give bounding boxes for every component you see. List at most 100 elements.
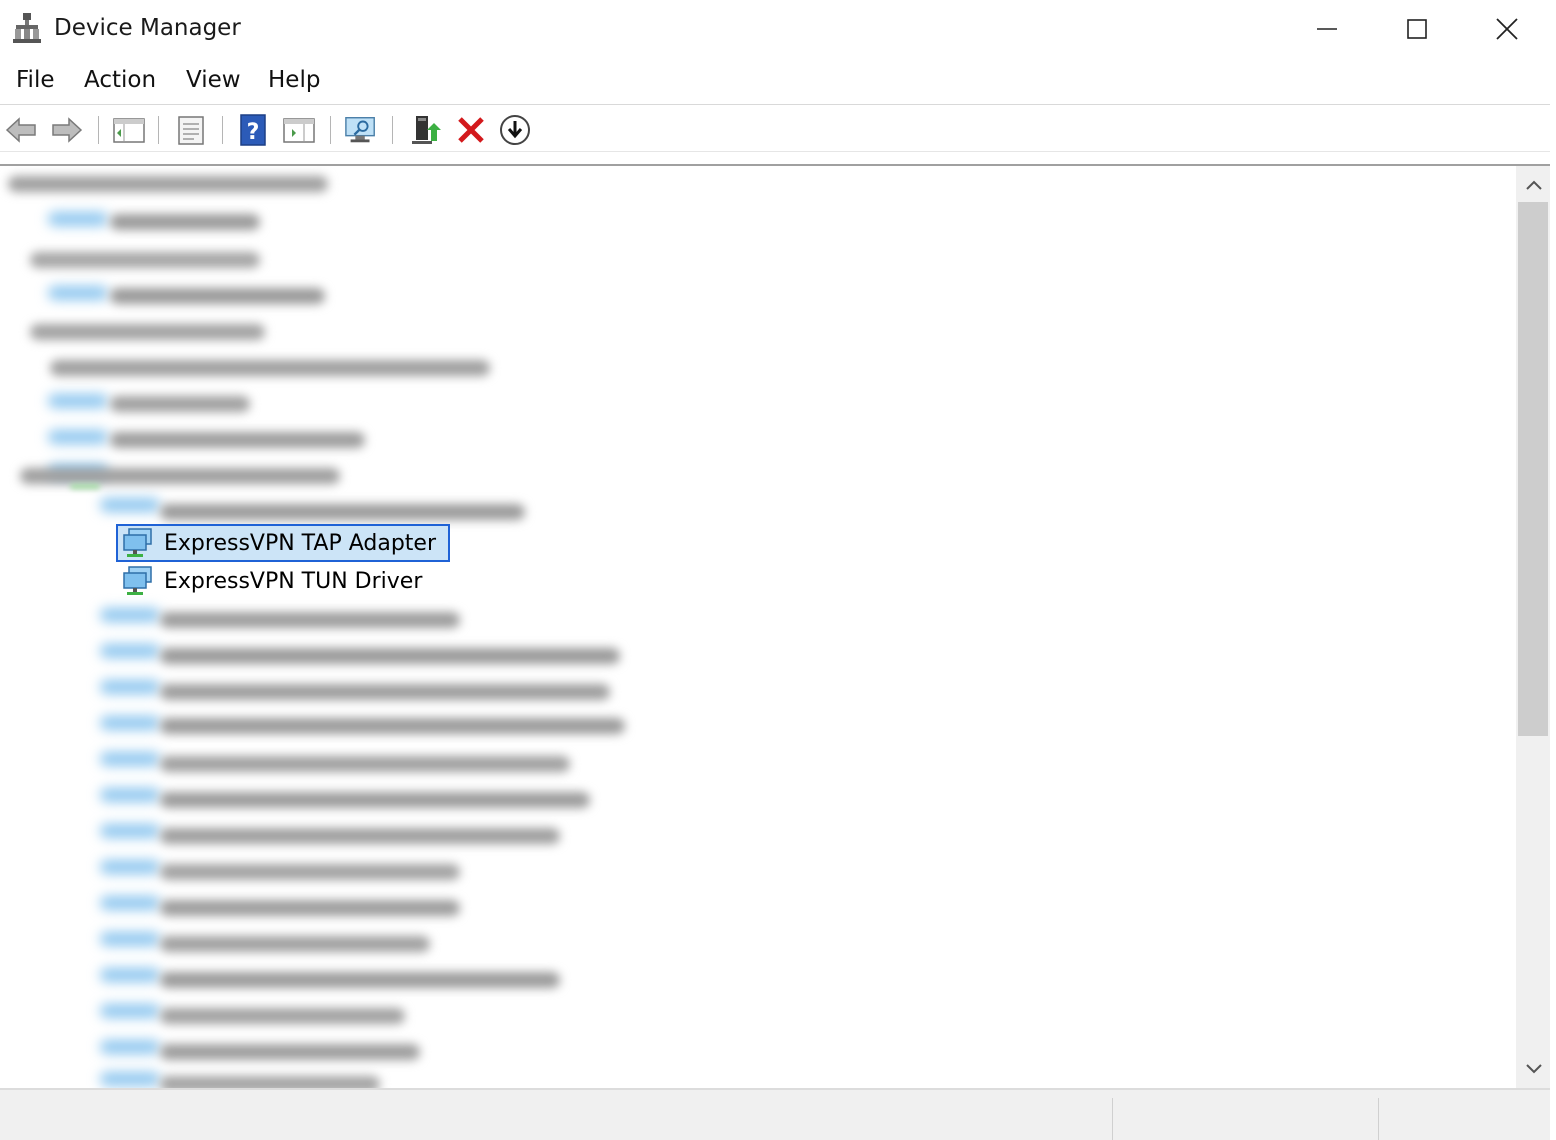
obscured-tree-row — [160, 612, 460, 628]
action-pane-button[interactable] — [282, 114, 316, 146]
obscured-device-icon — [48, 286, 108, 300]
show-hide-console-tree-icon — [113, 118, 145, 143]
forward-button[interactable] — [50, 114, 84, 146]
toolbar-separator — [392, 116, 393, 144]
tree-item-expressvpn-tap-adapter[interactable]: ExpressVPN TAP Adapter — [116, 524, 450, 562]
scroll-down-button[interactable] — [1516, 1052, 1552, 1086]
back-arrow-icon — [5, 117, 36, 143]
obscured-tree-row — [110, 396, 250, 412]
scan-hardware-button[interactable] — [344, 114, 378, 146]
obscured-tree-row — [110, 288, 325, 304]
tree-item-expressvpn-tun-driver[interactable]: ExpressVPN TUN Driver — [118, 563, 422, 599]
device-tree: ExpressVPN TAP Adapter ExpressVPN TUN Dr… — [0, 166, 1516, 1088]
close-icon — [1496, 18, 1518, 40]
obscured-tree-row — [110, 214, 260, 230]
enable-device-button[interactable] — [498, 114, 532, 146]
enable-device-icon — [500, 115, 530, 145]
obscured-device-icon — [100, 824, 160, 838]
uninstall-device-icon — [458, 117, 484, 143]
network-adapter-icon — [123, 566, 152, 595]
menu-help[interactable]: Help — [268, 67, 320, 93]
maximize-button[interactable] — [1372, 0, 1462, 58]
obscured-tree-row — [30, 252, 260, 268]
minimize-button[interactable] — [1282, 0, 1372, 58]
obscured-device-icon — [100, 860, 160, 874]
minimize-icon — [1317, 28, 1337, 30]
obscured-tree-row — [160, 1044, 420, 1060]
obscured-device-icon — [48, 430, 108, 444]
obscured-device-icon — [48, 394, 108, 408]
obscured-tree-row — [20, 468, 340, 484]
show-hide-console-tree-button[interactable] — [112, 114, 146, 146]
obscured-device-icon — [100, 1072, 160, 1086]
obscured-tree-row — [160, 1008, 405, 1024]
obscured-device-icon — [100, 608, 160, 622]
menu-separator — [0, 104, 1556, 105]
obscured-device-icon — [100, 716, 160, 730]
obscured-device-icon — [100, 644, 160, 658]
obscured-device-icon — [100, 1040, 160, 1054]
obscured-green-mark — [70, 484, 100, 489]
obscured-tree-row — [160, 864, 460, 880]
obscured-device-icon — [100, 752, 160, 766]
status-separator — [1112, 1098, 1113, 1140]
show-action-pane-icon — [283, 118, 315, 143]
obscured-tree-row — [110, 432, 365, 448]
window-title: Device Manager — [54, 15, 241, 41]
toolbar-separator — [98, 116, 99, 144]
obscured-tree-row — [160, 936, 430, 952]
chevron-down-icon — [1526, 1064, 1542, 1074]
title-bar: Device Manager — [0, 0, 1556, 58]
properties-button[interactable] — [174, 114, 208, 146]
chevron-up-icon — [1526, 180, 1542, 190]
window-edge — [1550, 0, 1556, 1140]
network-adapter-icon — [123, 528, 152, 557]
obscured-device-icon — [100, 968, 160, 982]
obscured-tree-row — [30, 324, 265, 340]
scan-hardware-changes-icon — [345, 117, 375, 143]
toolbar-separator — [158, 116, 159, 144]
obscured-tree-row — [50, 360, 490, 376]
help-icon: ? — [240, 114, 266, 146]
menu-file[interactable]: File — [16, 67, 55, 93]
obscured-device-icon — [100, 1004, 160, 1018]
obscured-tree-row — [160, 828, 560, 844]
toolbar-separator — [330, 116, 331, 144]
obscured-tree-row — [160, 792, 590, 808]
obscured-tree-row — [160, 1076, 380, 1088]
obscured-device-icon — [100, 788, 160, 802]
obscured-tree-row — [8, 176, 328, 192]
obscured-tree-row — [160, 972, 560, 988]
update-driver-button[interactable] — [410, 114, 444, 146]
obscured-device-icon — [48, 212, 108, 226]
obscured-tree-row — [160, 648, 620, 664]
tree-item-label: ExpressVPN TAP Adapter — [164, 530, 436, 556]
obscured-tree-row — [160, 684, 610, 700]
properties-icon — [178, 116, 204, 145]
obscured-device-icon — [100, 932, 160, 946]
uninstall-device-button[interactable] — [454, 114, 488, 146]
svg-text:?: ? — [247, 120, 260, 145]
help-button[interactable]: ? — [236, 114, 270, 146]
menu-bar: File Action View Help — [0, 62, 1556, 102]
close-button[interactable] — [1462, 0, 1552, 58]
obscured-device-icon — [100, 896, 160, 910]
maximize-icon — [1407, 19, 1427, 39]
obscured-device-icon — [100, 498, 160, 512]
obscured-tree-row — [160, 504, 525, 520]
update-driver-icon — [412, 116, 441, 144]
scrollbar-thumb[interactable] — [1518, 202, 1548, 736]
obscured-tree-row — [160, 756, 570, 772]
back-button[interactable] — [4, 114, 38, 146]
menu-view[interactable]: View — [186, 67, 241, 93]
status-separator — [1378, 1098, 1379, 1140]
scroll-up-button[interactable] — [1516, 168, 1552, 202]
obscured-device-icon — [100, 680, 160, 694]
obscured-tree-row — [160, 718, 625, 734]
obscured-tree-row — [160, 900, 460, 916]
toolbar: ? — [0, 106, 1556, 152]
menu-action[interactable]: Action — [84, 67, 156, 93]
toolbar-separator — [222, 116, 223, 144]
tree-item-label: ExpressVPN TUN Driver — [164, 568, 423, 594]
device-manager-app-icon — [13, 13, 41, 43]
